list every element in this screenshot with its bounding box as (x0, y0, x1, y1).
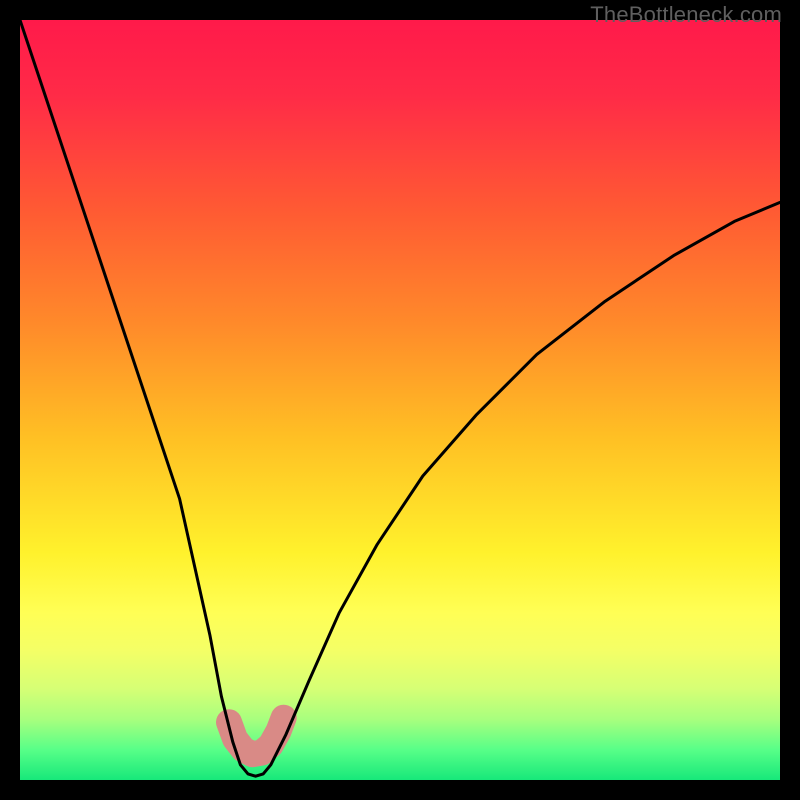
optimal-zone-marker (229, 718, 284, 755)
bottleneck-curve (20, 20, 780, 776)
outer-frame: TheBottleneck.com (0, 0, 800, 800)
watermark-text: TheBottleneck.com (590, 2, 782, 28)
chart-svg (20, 20, 780, 780)
plot-area (20, 20, 780, 780)
